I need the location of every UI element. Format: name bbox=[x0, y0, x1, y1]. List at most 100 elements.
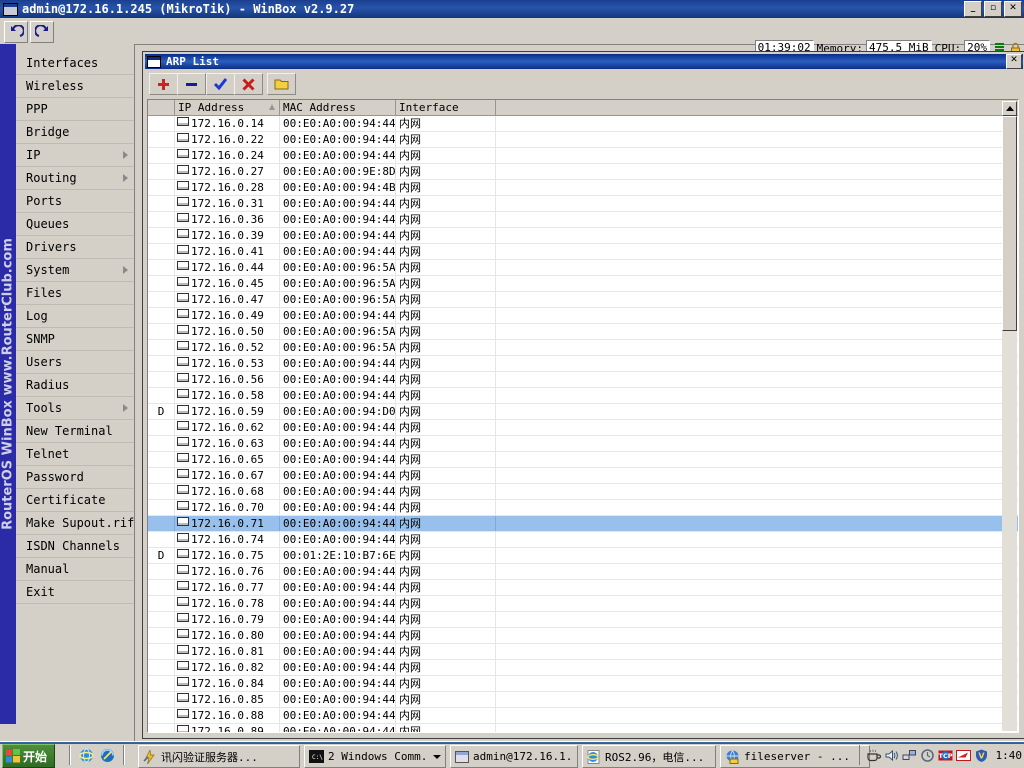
sidebar-item-ports[interactable]: Ports bbox=[16, 190, 134, 213]
shield-gray-icon[interactable] bbox=[920, 748, 935, 763]
table-row[interactable]: 172.16.0.67 00:E0:A0:00:94:44 内网 bbox=[148, 468, 1018, 484]
sidebar-item-system[interactable]: System bbox=[16, 259, 134, 282]
sidebar-item-manual[interactable]: Manual bbox=[16, 558, 134, 581]
table-row[interactable]: 172.16.0.80 00:E0:A0:00:94:44 内网 bbox=[148, 628, 1018, 644]
start-button[interactable]: 开始 bbox=[2, 744, 56, 768]
browser-icon[interactable] bbox=[99, 747, 116, 764]
taskbar-item[interactable]: fileserver - ... bbox=[720, 745, 870, 768]
taskbar-item[interactable]: admin@172.16.1... bbox=[450, 745, 578, 768]
sidebar-item-interfaces[interactable]: Interfaces bbox=[16, 52, 134, 75]
taskbar-item[interactable]: 讯闪验证服务器... bbox=[138, 745, 300, 768]
table-row[interactable]: 172.16.0.65 00:E0:A0:00:94:44 内网 bbox=[148, 452, 1018, 468]
forward-button[interactable] bbox=[30, 21, 54, 43]
disable-button[interactable] bbox=[234, 73, 263, 95]
table-row[interactable]: 172.16.0.45 00:E0:A0:00:96:5A 内网 bbox=[148, 276, 1018, 292]
table-row[interactable]: 172.16.0.58 00:E0:A0:00:94:44 内网 bbox=[148, 388, 1018, 404]
sidebar-item-password[interactable]: Password bbox=[16, 466, 134, 489]
table-row[interactable]: 172.16.0.68 00:E0:A0:00:94:44 内网 bbox=[148, 484, 1018, 500]
sidebar-item-queues[interactable]: Queues bbox=[16, 213, 134, 236]
sidebar-item-exit[interactable]: Exit bbox=[16, 581, 134, 604]
table-row[interactable]: 172.16.0.50 00:E0:A0:00:96:5A 内网 bbox=[148, 324, 1018, 340]
red-arrow-icon[interactable] bbox=[955, 748, 971, 763]
table-row[interactable]: 172.16.0.79 00:E0:A0:00:94:44 内网 bbox=[148, 612, 1018, 628]
table-row[interactable]: 172.16.0.27 00:E0:A0:00:9E:8D 内网 bbox=[148, 164, 1018, 180]
sidebar-item-certificate[interactable]: Certificate bbox=[16, 489, 134, 512]
restore-button[interactable]: ▫ bbox=[984, 1, 1002, 17]
add-button[interactable] bbox=[149, 73, 178, 95]
table-row[interactable]: 172.16.0.53 00:E0:A0:00:94:44 内网 bbox=[148, 356, 1018, 372]
sidebar-item-new-terminal[interactable]: New Terminal bbox=[16, 420, 134, 443]
table-row[interactable]: 172.16.0.88 00:E0:A0:00:94:44 内网 bbox=[148, 708, 1018, 724]
sidebar-item-log[interactable]: Log bbox=[16, 305, 134, 328]
table-row[interactable]: 172.16.0.89 00:E0:A0:00:94:44 内网 bbox=[148, 724, 1018, 732]
table-row[interactable]: 172.16.0.52 00:E0:A0:00:96:5A 内网 bbox=[148, 340, 1018, 356]
sidebar-item-snmp[interactable]: SNMP bbox=[16, 328, 134, 351]
column-header-ip[interactable]: IP Address bbox=[175, 100, 280, 115]
back-button[interactable] bbox=[4, 21, 28, 43]
table-row[interactable]: D 172.16.0.59 00:E0:A0:00:94:D0 内网 bbox=[148, 404, 1018, 420]
table-row[interactable]: 172.16.0.84 00:E0:A0:00:94:44 内网 bbox=[148, 676, 1018, 692]
sidebar-item-telnet[interactable]: Telnet bbox=[16, 443, 134, 466]
taskbar-item[interactable]: C:\ 2 Windows Comm... bbox=[304, 745, 446, 768]
volume-icon[interactable] bbox=[884, 748, 899, 763]
table-row[interactable]: 172.16.0.24 00:E0:A0:00:94:44 内网 bbox=[148, 148, 1018, 164]
minimize-button[interactable]: _ bbox=[964, 1, 982, 17]
sidebar-item-make-supout-rif[interactable]: Make Supout.rif bbox=[16, 512, 134, 535]
table-row[interactable]: 172.16.0.39 00:E0:A0:00:94:44 内网 bbox=[148, 228, 1018, 244]
arp-close-button[interactable]: ✕ bbox=[1006, 54, 1022, 69]
sidebar-item-isdn-channels[interactable]: ISDN Channels bbox=[16, 535, 134, 558]
comment-button[interactable] bbox=[267, 73, 296, 95]
column-header-flag[interactable] bbox=[148, 100, 175, 115]
table-row[interactable]: 172.16.0.56 00:E0:A0:00:94:44 内网 bbox=[148, 372, 1018, 388]
sidebar-item-ppp[interactable]: PPP bbox=[16, 98, 134, 121]
table-row[interactable]: D 172.16.0.75 00:01:2E:10:B7:6E 内网 bbox=[148, 548, 1018, 564]
coffee-icon[interactable] bbox=[866, 748, 881, 763]
arp-table-scrollbar[interactable] bbox=[1002, 101, 1017, 731]
table-row[interactable]: 172.16.0.36 00:E0:A0:00:94:44 内网 bbox=[148, 212, 1018, 228]
sidebar-item-bridge[interactable]: Bridge bbox=[16, 121, 134, 144]
internet-explorer-icon[interactable] bbox=[78, 747, 95, 764]
sidebar-item-wireless[interactable]: Wireless bbox=[16, 75, 134, 98]
scrollbar-thumb[interactable] bbox=[1002, 116, 1017, 331]
table-row[interactable]: 172.16.0.70 00:E0:A0:00:94:44 内网 bbox=[148, 500, 1018, 516]
table-row[interactable]: 172.16.0.74 00:E0:A0:00:94:44 内网 bbox=[148, 532, 1018, 548]
table-row[interactable]: 172.16.0.31 00:E0:A0:00:94:44 内网 bbox=[148, 196, 1018, 212]
network-icon[interactable] bbox=[902, 748, 917, 763]
column-header-interface[interactable]: Interface bbox=[396, 100, 496, 115]
sidebar-item-radius[interactable]: Radius bbox=[16, 374, 134, 397]
table-row[interactable]: 172.16.0.44 00:E0:A0:00:96:5A 内网 bbox=[148, 260, 1018, 276]
table-row[interactable]: 172.16.0.81 00:E0:A0:00:94:44 内网 bbox=[148, 644, 1018, 660]
table-row[interactable]: 172.16.0.49 00:E0:A0:00:94:44 内网 bbox=[148, 308, 1018, 324]
taskbar-item[interactable]: ROS2.96，电信... bbox=[582, 745, 716, 768]
arp-window-titlebar[interactable]: ARP List ✕ bbox=[145, 54, 1023, 69]
arp-table-body[interactable]: 172.16.0.14 00:E0:A0:00:94:44 内网 172.16.0.2… bbox=[148, 116, 1018, 732]
enable-button[interactable] bbox=[206, 73, 235, 95]
sidebar-item-files[interactable]: Files bbox=[16, 282, 134, 305]
sidebar-item-users[interactable]: Users bbox=[16, 351, 134, 374]
table-row[interactable]: 172.16.0.78 00:E0:A0:00:94:44 内网 bbox=[148, 596, 1018, 612]
close-button[interactable]: ✕ bbox=[1004, 1, 1022, 17]
sidebar-item-routing[interactable]: Routing bbox=[16, 167, 134, 190]
table-row[interactable]: 172.16.0.77 00:E0:A0:00:94:44 内网 bbox=[148, 580, 1018, 596]
table-row[interactable]: 172.16.0.85 00:E0:A0:00:94:44 内网 bbox=[148, 692, 1018, 708]
table-row[interactable]: 172.16.0.41 00:E0:A0:00:94:44 内网 bbox=[148, 244, 1018, 260]
table-row[interactable]: 172.16.0.82 00:E0:A0:00:94:44 内网 bbox=[148, 660, 1018, 676]
scroll-up-button[interactable] bbox=[1002, 101, 1017, 116]
remove-button[interactable] bbox=[177, 73, 206, 95]
table-row[interactable]: 172.16.0.71 00:E0:A0:00:94:44 内网 bbox=[148, 516, 1018, 532]
table-row[interactable]: 172.16.0.28 00:E0:A0:00:94:4B 内网 bbox=[148, 180, 1018, 196]
table-row[interactable]: 172.16.0.62 00:E0:A0:00:94:44 内网 bbox=[148, 420, 1018, 436]
taskbar-clock[interactable]: 1:40 bbox=[996, 749, 1023, 762]
table-row[interactable]: 172.16.0.63 00:E0:A0:00:94:44 内网 bbox=[148, 436, 1018, 452]
sidebar-item-drivers[interactable]: Drivers bbox=[16, 236, 134, 259]
chevron-down-icon[interactable] bbox=[433, 754, 441, 759]
sidebar-item-ip[interactable]: IP bbox=[16, 144, 134, 167]
table-row[interactable]: 172.16.0.22 00:E0:A0:00:94:44 内网 bbox=[148, 132, 1018, 148]
table-row[interactable]: 172.16.0.14 00:E0:A0:00:94:44 内网 bbox=[148, 116, 1018, 132]
tcp-icon[interactable]: TCP bbox=[938, 748, 953, 763]
table-row[interactable]: 172.16.0.76 00:E0:A0:00:94:44 内网 bbox=[148, 564, 1018, 580]
column-header-mac[interactable]: MAC Address bbox=[280, 100, 396, 115]
sidebar-item-tools[interactable]: Tools bbox=[16, 397, 134, 420]
table-row[interactable]: 172.16.0.47 00:E0:A0:00:96:5A 内网 bbox=[148, 292, 1018, 308]
antivirus-shield-icon[interactable]: V bbox=[974, 748, 989, 763]
